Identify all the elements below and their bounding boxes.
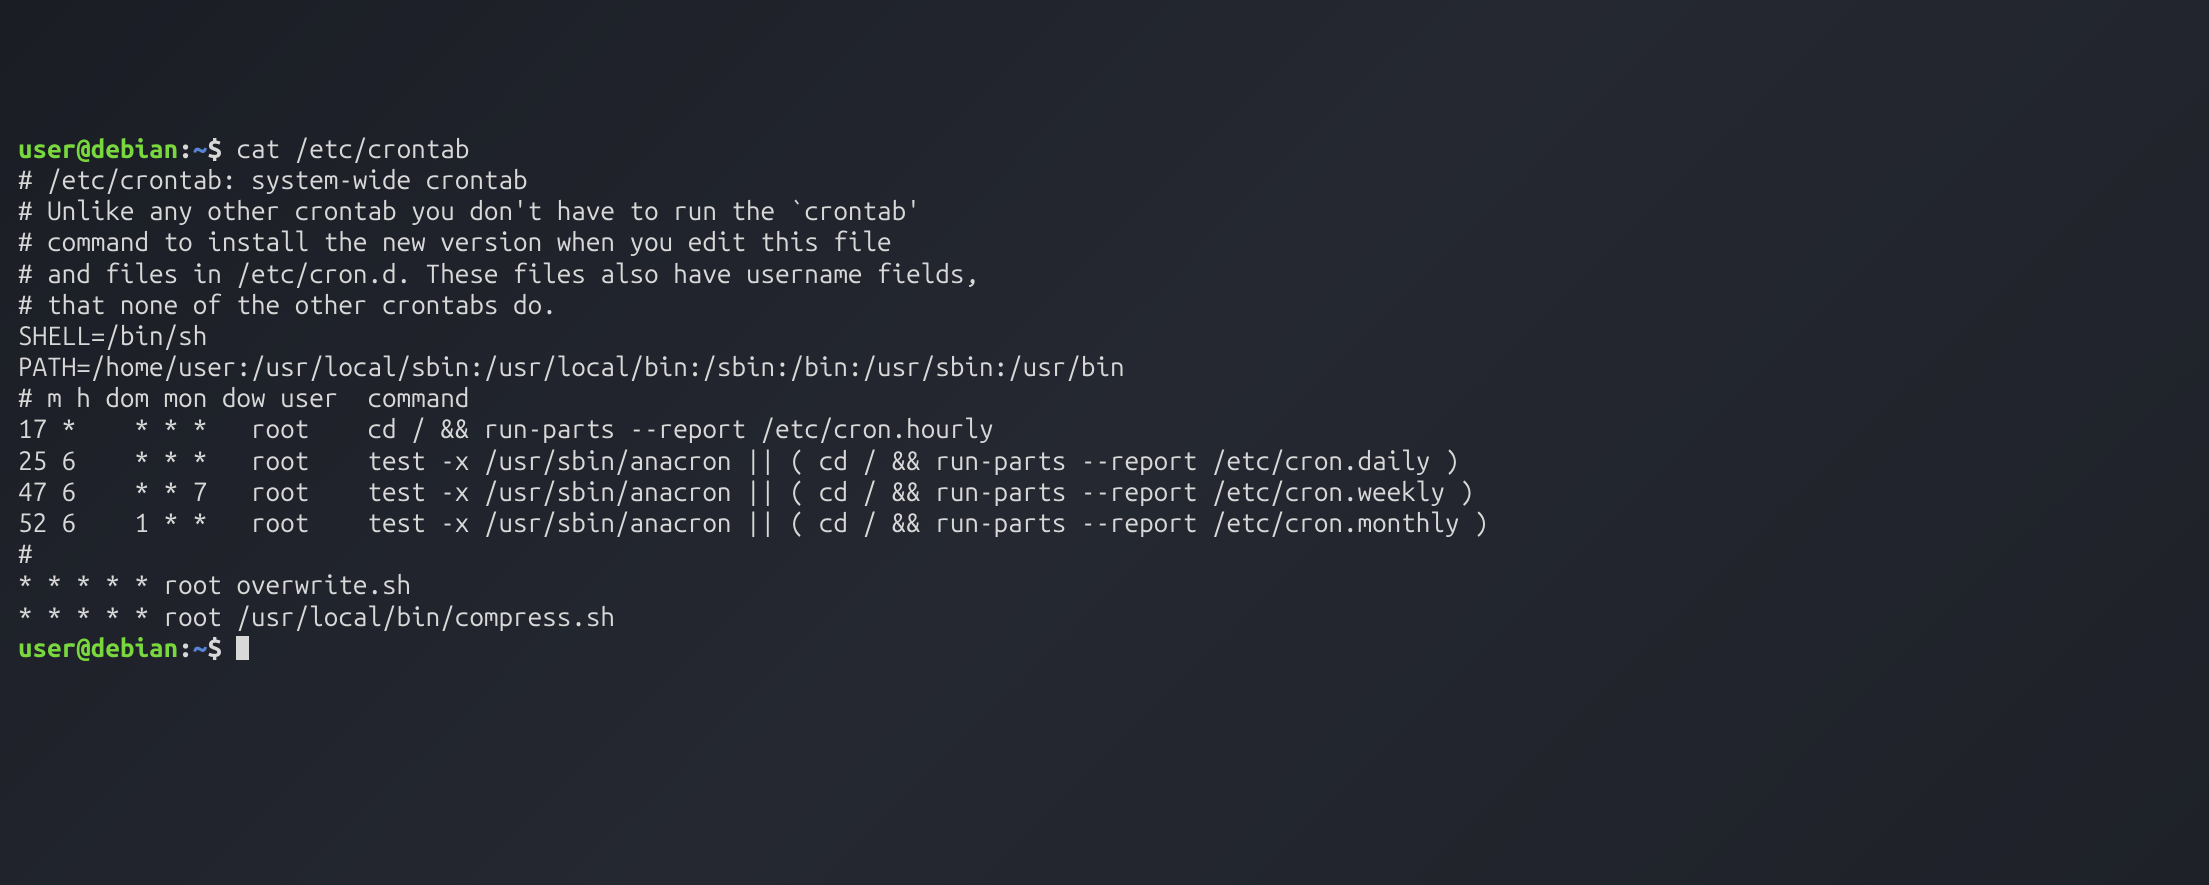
prompt-user: user xyxy=(18,633,76,662)
output-line: 17 * * * * root cd / && run-parts --repo… xyxy=(18,413,2191,444)
output-line: # command to install the new version whe… xyxy=(18,226,2191,257)
prompt-at: @ xyxy=(76,134,91,163)
prompt-user: user xyxy=(18,134,76,163)
prompt-dollar: $ xyxy=(207,134,236,163)
output-line: 52 6 1 * * root test -x /usr/sbin/anacro… xyxy=(18,507,2191,538)
prompt-host: debian xyxy=(91,134,178,163)
output-line: # Unlike any other crontab you don't hav… xyxy=(18,195,2191,226)
output-line: # xyxy=(18,538,2191,569)
prompt-path: ~ xyxy=(193,134,208,163)
prompt-at: @ xyxy=(76,633,91,662)
output-line: * * * * * root /usr/local/bin/compress.s… xyxy=(18,601,2191,632)
output-line: PATH=/home/user:/usr/local/sbin:/usr/loc… xyxy=(18,351,2191,382)
output-line: 25 6 * * * root test -x /usr/sbin/anacro… xyxy=(18,445,2191,476)
output-line: # that none of the other crontabs do. xyxy=(18,289,2191,320)
terminal-output[interactable]: user@debian:~$ cat /etc/crontab# /etc/cr… xyxy=(18,133,2191,663)
output-line: # and files in /etc/cron.d. These files … xyxy=(18,258,2191,289)
prompt-host: debian xyxy=(91,633,178,662)
output-line: 47 6 * * 7 root test -x /usr/sbin/anacro… xyxy=(18,476,2191,507)
prompt-dollar: $ xyxy=(207,633,236,662)
output-line: # /etc/crontab: system-wide crontab xyxy=(18,164,2191,195)
output-line: SHELL=/bin/sh xyxy=(18,320,2191,351)
prompt-line-2: user@debian:~$ xyxy=(18,632,2191,663)
prompt-line-1: user@debian:~$ cat /etc/crontab xyxy=(18,133,2191,164)
prompt-colon: : xyxy=(178,633,193,662)
output-line: * * * * * root overwrite.sh xyxy=(18,569,2191,600)
cursor-icon xyxy=(236,636,249,660)
prompt-colon: : xyxy=(178,134,193,163)
command-text: cat /etc/crontab xyxy=(236,134,469,163)
output-line: # m h dom mon dow user command xyxy=(18,382,2191,413)
prompt-path: ~ xyxy=(193,633,208,662)
